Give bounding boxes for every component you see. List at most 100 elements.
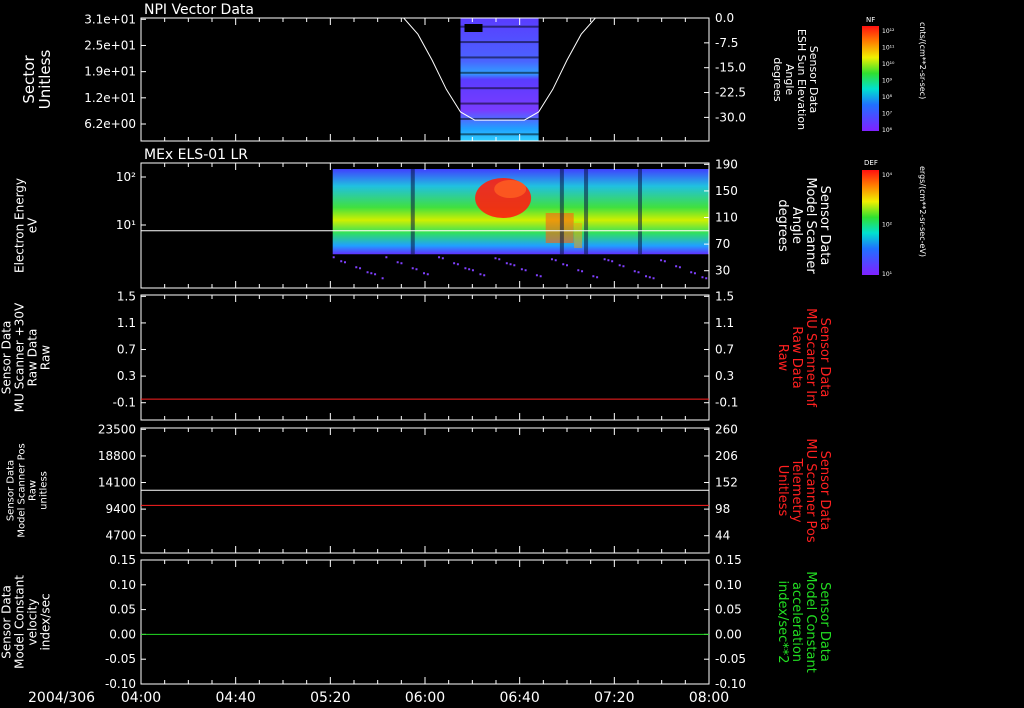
els-noise-pixel xyxy=(370,272,373,275)
y-tick-label-left: 2.5e+01 xyxy=(84,38,136,52)
els-noise-pixel xyxy=(550,258,553,261)
y-axis-label-left: Unitless xyxy=(36,50,54,110)
panel-3: 1.5 1.1 0.7 0.3 -0.1 1.5 1.1 0.7 0.3 -0.1 Sensor D… xyxy=(0,289,832,421)
y-tick-label-left: 10² xyxy=(116,170,136,184)
els-high-flux-core xyxy=(494,180,527,198)
els-noise-pixel xyxy=(535,274,538,277)
els-noise-pixel xyxy=(355,266,358,269)
els-noise-pixel xyxy=(645,275,648,278)
colorbar-def-label: DEF xyxy=(864,159,878,167)
y-tick-label-left: 23500 xyxy=(98,422,136,436)
els-noise-pixel xyxy=(705,277,708,280)
els-noise-pixel xyxy=(471,269,474,272)
colorbar-def: DEF ergs/(cm**2-sr-sec-eV) 10⁴ 10² 10¹ xyxy=(862,159,927,278)
els-noise-pixel xyxy=(660,259,663,262)
x-tick-label: 07:20 xyxy=(594,690,634,706)
y-tick-label-left: 9400 xyxy=(105,502,136,516)
els-noise-pixel xyxy=(464,267,467,270)
els-noise-pixel xyxy=(509,263,512,266)
els-noise-pixel xyxy=(513,264,516,267)
npi-sector-heatmap xyxy=(460,18,539,141)
y-axis-label-right: Sensor Data xyxy=(817,186,832,266)
y-tick-label-right: -7.5 xyxy=(715,36,738,50)
plot-canvas: 2004/306 3.1e+01 2.5e+01 1.9e+01 1.2e+01 6.2… xyxy=(0,2,927,706)
y-tick-label-right: 0.3 xyxy=(715,369,734,383)
y-tick-label-right: 44 xyxy=(715,529,730,543)
y-tick-label-right: -0.05 xyxy=(715,652,746,666)
y-axis-label-right: Raw xyxy=(775,344,790,372)
els-noise-pixel xyxy=(483,274,486,277)
els-noise-pixel xyxy=(453,262,456,265)
y-axis-label-left: Sensor Data xyxy=(6,460,17,521)
els-noise-pixel xyxy=(648,276,651,279)
y-axis-label-right: MU Scanner Pos xyxy=(803,438,818,543)
els-noise-pixel xyxy=(596,276,599,279)
y-tick-label-right: 110 xyxy=(715,211,738,225)
colorbar-tick-label: 10¹² xyxy=(882,28,895,35)
els-noise-pixel xyxy=(423,272,426,275)
y-axis-label-right: MU Scanner Inf xyxy=(803,308,818,407)
els-noise-pixel xyxy=(539,275,542,278)
y-tick-label-left: 1.2e+01 xyxy=(84,91,136,105)
y-axis-label-left: Raw xyxy=(39,345,53,370)
npi-sector-row-gap xyxy=(460,56,539,59)
els-noise-pixel xyxy=(678,266,681,269)
y-axis-label-left: MU Scanner +30V xyxy=(13,302,27,412)
x-tick-label: 04:40 xyxy=(215,690,255,706)
els-noise-pixel xyxy=(562,263,565,266)
els-noise-pixel xyxy=(374,273,377,276)
y-tick-label-right: 260 xyxy=(715,422,738,436)
x-tick-label: 06:40 xyxy=(499,690,539,706)
colorbar-def-unit: ergs/(cm**2-sr-sec-eV) xyxy=(918,166,927,257)
y-tick-label-left: 4700 xyxy=(105,529,136,543)
npi-sector-row-gap xyxy=(460,133,539,136)
els-flux-streak xyxy=(545,213,574,243)
x-tick-label: 06:00 xyxy=(405,690,445,706)
els-noise-pixel xyxy=(441,257,444,260)
els-noise-pixel xyxy=(456,263,459,266)
y-tick-label-right: 1.5 xyxy=(715,289,734,303)
colorbar-def-scale xyxy=(862,170,879,275)
y-tick-label-right: 150 xyxy=(715,184,738,198)
y-axis-label-left: index/sec xyxy=(39,593,53,650)
els-noise-pixel xyxy=(675,265,678,268)
npi-sector-row-gap xyxy=(460,87,539,90)
y-axis-label-right: degrees xyxy=(771,57,784,102)
panel-title: NPI Vector Data xyxy=(144,2,254,18)
y-axis-label-right: Model Scanner xyxy=(803,177,818,274)
y-axis-label-left: Model Constant xyxy=(13,575,27,669)
els-noise-pixel xyxy=(611,260,614,263)
y-tick-label-left: 0.15 xyxy=(109,553,136,567)
els-noise-pixel xyxy=(652,277,655,280)
els-noise-pixel xyxy=(343,261,346,264)
els-noise-pixel xyxy=(438,256,441,259)
y-tick-label-left: -0.1 xyxy=(113,396,136,410)
y-axis-label-left: Electron Energy xyxy=(13,178,27,273)
y-tick-label-left: 0.3 xyxy=(117,369,136,383)
els-noise-pixel xyxy=(468,268,471,271)
y-axis-label-left: velocity xyxy=(26,599,40,646)
els-noise-pixel xyxy=(607,259,610,262)
colorbar-tick-label: 10¹¹ xyxy=(882,45,895,52)
y-axis-label-left: unitless xyxy=(39,471,50,510)
y-axis-label-right: Sensor Data xyxy=(817,318,832,398)
y-tick-label-right: 0.10 xyxy=(715,578,742,592)
els-noise-pixel xyxy=(581,270,584,273)
y-axis-label-left: eV xyxy=(26,217,40,233)
els-noise-pixel xyxy=(381,277,384,280)
els-data-gap xyxy=(638,169,642,255)
y-tick-label-right: 70 xyxy=(715,237,730,251)
colorbar-tick-label: 10⁸ xyxy=(882,94,893,101)
els-noise-pixel xyxy=(494,257,497,260)
colorbar-tick-label: 10¹ xyxy=(882,271,893,278)
els-noise-pixel xyxy=(524,269,527,272)
y-tick-label-right: 1.1 xyxy=(715,316,734,330)
y-tick-label-left: -0.10 xyxy=(105,677,136,691)
els-noise-pixel xyxy=(633,270,636,273)
date-label: 2004/306 xyxy=(28,690,95,706)
y-axis-label-right: Telemetry xyxy=(789,457,804,522)
panel-5: 0.15 0.10 0.05 0.00 -0.05 -0.10 0.15 0.10 0.05 0.… xyxy=(0,553,832,691)
y-axis-label-right: Unitless xyxy=(775,465,790,517)
panel-2: 10² 10¹ 190 150 110 70 30 Electron Energy eV Sens… xyxy=(13,147,832,289)
y-tick-label-left: 0.7 xyxy=(117,343,136,357)
